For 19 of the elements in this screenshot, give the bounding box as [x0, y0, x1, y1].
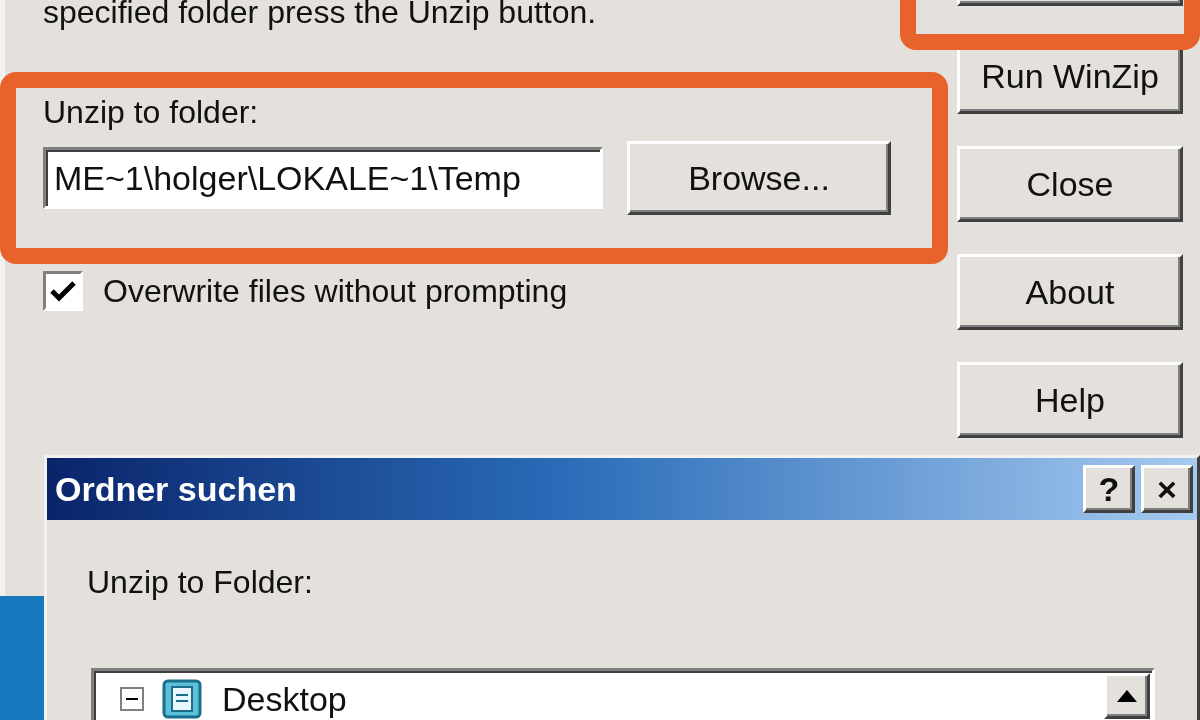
dialog-title: Ordner suchen: [55, 469, 297, 509]
browse-button[interactable]: Browse...: [627, 141, 891, 215]
side-button[interactable]: Help: [957, 362, 1183, 438]
side-button[interactable]: About: [957, 254, 1183, 330]
instruction-text: specified folder press the Unzip button.: [43, 0, 598, 30]
field-label: Unzip to folder:: [43, 94, 260, 131]
tree-item[interactable]: Desktop: [222, 679, 347, 719]
title-button[interactable]: ?: [1083, 465, 1135, 513]
side-button[interactable]: Close: [957, 146, 1183, 222]
prompt-text: Unzip to Folder:: [87, 564, 314, 601]
folder-tree[interactable]: Desktop: [91, 668, 1155, 720]
checkbox[interactable]: [43, 271, 83, 311]
title-button[interactable]: ×: [1141, 465, 1193, 513]
folder-field[interactable]: ME~1\holger\LOKALE~1\Temp: [43, 147, 603, 209]
collapse-icon[interactable]: [120, 687, 144, 711]
scroll-up-button[interactable]: [1104, 673, 1150, 719]
checkmark-icon: [50, 280, 76, 302]
checkbox-label: Overwrite files without prompting: [103, 272, 568, 310]
up-arrow-icon: [1116, 689, 1138, 703]
